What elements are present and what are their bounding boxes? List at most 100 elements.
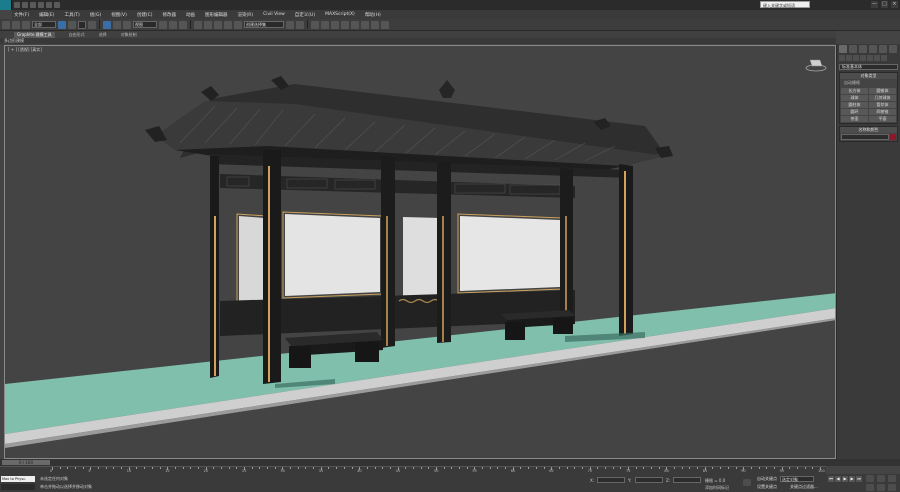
geosphere-button[interactable]: 几何球体 [869, 95, 896, 101]
orbit-icon[interactable] [888, 484, 896, 491]
move-icon[interactable] [103, 20, 111, 29]
hold-icon[interactable] [54, 2, 60, 8]
next-frame-icon[interactable]: ▶ [849, 476, 855, 482]
redo-icon[interactable] [46, 2, 52, 8]
menu-tools[interactable]: 工具(T) [64, 12, 79, 18]
pivot-center-icon[interactable] [159, 20, 167, 29]
unlink-icon[interactable] [12, 20, 20, 29]
viewcube[interactable] [805, 56, 827, 72]
menu-create[interactable]: 创建(C) [137, 12, 153, 18]
save-file-icon[interactable] [30, 2, 36, 8]
window-crossing-icon[interactable] [88, 20, 96, 29]
previous-frame-icon[interactable]: ◀ [835, 476, 841, 482]
lights-icon[interactable] [853, 55, 859, 61]
undo-icon[interactable] [38, 2, 44, 8]
teapot-button[interactable]: 茶壶 [841, 116, 868, 122]
field-of-view-icon[interactable] [866, 484, 874, 491]
display-tab-icon[interactable] [879, 45, 887, 53]
menu-group[interactable]: 组(G) [90, 12, 102, 18]
minimize-button[interactable]: — [871, 1, 878, 8]
object-category-select[interactable]: 标准基本体 [839, 64, 898, 70]
time-slider[interactable]: 0 / 100 [0, 459, 900, 466]
close-button[interactable]: × [891, 1, 898, 8]
named-selection-set-select[interactable]: 创建选择集 [244, 21, 284, 28]
pan-icon[interactable] [877, 484, 885, 491]
set-key-button[interactable]: 设置关键点 [755, 484, 779, 490]
menu-civil-view[interactable]: Civil View [263, 12, 285, 17]
layer-explorer-icon[interactable] [311, 20, 319, 29]
utilities-tab-icon[interactable] [889, 45, 897, 53]
motion-tab-icon[interactable] [869, 45, 877, 53]
tab-graphite-modeling[interactable]: Graphite 建模工具 [14, 31, 55, 38]
shapes-icon[interactable] [846, 55, 852, 61]
key-filters-button[interactable]: 关键点过滤器... [788, 484, 820, 490]
render-production-icon[interactable] [381, 20, 389, 29]
y-coordinate-field[interactable] [635, 477, 663, 483]
tab-selection[interactable]: 选择 [99, 32, 107, 38]
pyramid-button[interactable]: 四棱锥 [869, 109, 896, 115]
maximize-button[interactable]: □ [881, 1, 888, 8]
menu-modifiers[interactable]: 修改器 [162, 12, 176, 18]
app-logo[interactable] [0, 0, 12, 10]
maxscript-output[interactable] [1, 484, 35, 490]
percent-snap-icon[interactable] [214, 20, 222, 29]
go-to-start-icon[interactable]: ⏮ [828, 476, 834, 482]
menu-customize[interactable]: 自定义(U) [295, 12, 315, 18]
reference-coord-select[interactable]: 视图 [133, 21, 157, 28]
zoom-icon[interactable] [866, 475, 874, 482]
perspective-viewport[interactable]: [ + ] [透视] [真实] [4, 45, 836, 459]
auto-key-button[interactable]: 自动关键点 [755, 476, 779, 482]
cylinder-button[interactable]: 圆柱体 [841, 102, 868, 108]
menu-rendering[interactable]: 渲染(R) [237, 12, 253, 18]
selection-filter-select[interactable]: 全部 [32, 21, 56, 28]
scale-icon[interactable] [123, 20, 131, 29]
box-button[interactable]: 长方体 [841, 88, 868, 94]
schematic-view-icon[interactable] [341, 20, 349, 29]
object-color-swatch[interactable] [890, 134, 896, 140]
modify-tab-icon[interactable] [849, 45, 857, 53]
space-warps-icon[interactable] [874, 55, 880, 61]
time-slider-handle[interactable]: 0 / 100 [2, 460, 50, 465]
menu-help[interactable]: 帮助(H) [365, 12, 381, 18]
select-manipulate-icon[interactable] [169, 20, 177, 29]
link-icon[interactable] [2, 20, 10, 29]
z-coordinate-field[interactable] [673, 477, 701, 483]
play-icon[interactable]: ▶ [842, 476, 848, 482]
select-by-name-icon[interactable] [68, 20, 76, 29]
render-setup-icon[interactable] [361, 20, 369, 29]
rendered-frame-icon[interactable] [371, 20, 379, 29]
hierarchy-tab-icon[interactable] [859, 45, 867, 53]
key-mode-icon[interactable] [743, 479, 751, 486]
menu-animation[interactable]: 动画 [186, 12, 195, 18]
create-tab-icon[interactable] [839, 45, 847, 53]
systems-icon[interactable] [881, 55, 887, 61]
ribbon-panel-label[interactable]: 多边形建模 [0, 38, 836, 44]
torus-button[interactable]: 圆环 [841, 109, 868, 115]
search-input[interactable]: 键入关键字或短语 [760, 1, 810, 8]
object-name-input[interactable] [841, 134, 889, 140]
rotate-icon[interactable] [113, 20, 121, 29]
sphere-button[interactable]: 球体 [841, 95, 868, 101]
zoom-all-icon[interactable] [877, 475, 885, 482]
tab-freeform[interactable]: 自由形式 [69, 32, 85, 38]
zoom-extents-icon[interactable] [888, 475, 896, 482]
material-editor-icon[interactable] [351, 20, 359, 29]
plane-button[interactable]: 平面 [869, 116, 896, 122]
mirror-icon[interactable] [286, 20, 294, 29]
menu-maxscript[interactable]: MAXScript(X) [325, 12, 355, 17]
keyboard-shortcut-icon[interactable] [179, 20, 187, 29]
rect-selection-icon[interactable] [78, 20, 86, 29]
open-file-icon[interactable] [22, 2, 28, 8]
maxscript-listener-input[interactable]: Max to Physc. [1, 476, 35, 482]
select-object-icon[interactable] [58, 20, 66, 29]
geometry-icon[interactable] [839, 55, 845, 61]
menu-graph-editors[interactable]: 图形编辑器 [205, 12, 228, 18]
add-time-tag[interactable]: 添加时间标记 [705, 485, 729, 491]
snaps-toggle-icon[interactable] [194, 20, 202, 29]
cameras-icon[interactable] [860, 55, 866, 61]
toggle-ribbon-icon[interactable] [321, 20, 329, 29]
menu-file[interactable]: 文件(F) [14, 12, 29, 18]
key-selection-set-select[interactable]: 选定对象 [780, 476, 814, 482]
curve-editor-icon[interactable] [331, 20, 339, 29]
autogrid-checkbox[interactable]: 自动栅格 [840, 79, 897, 87]
